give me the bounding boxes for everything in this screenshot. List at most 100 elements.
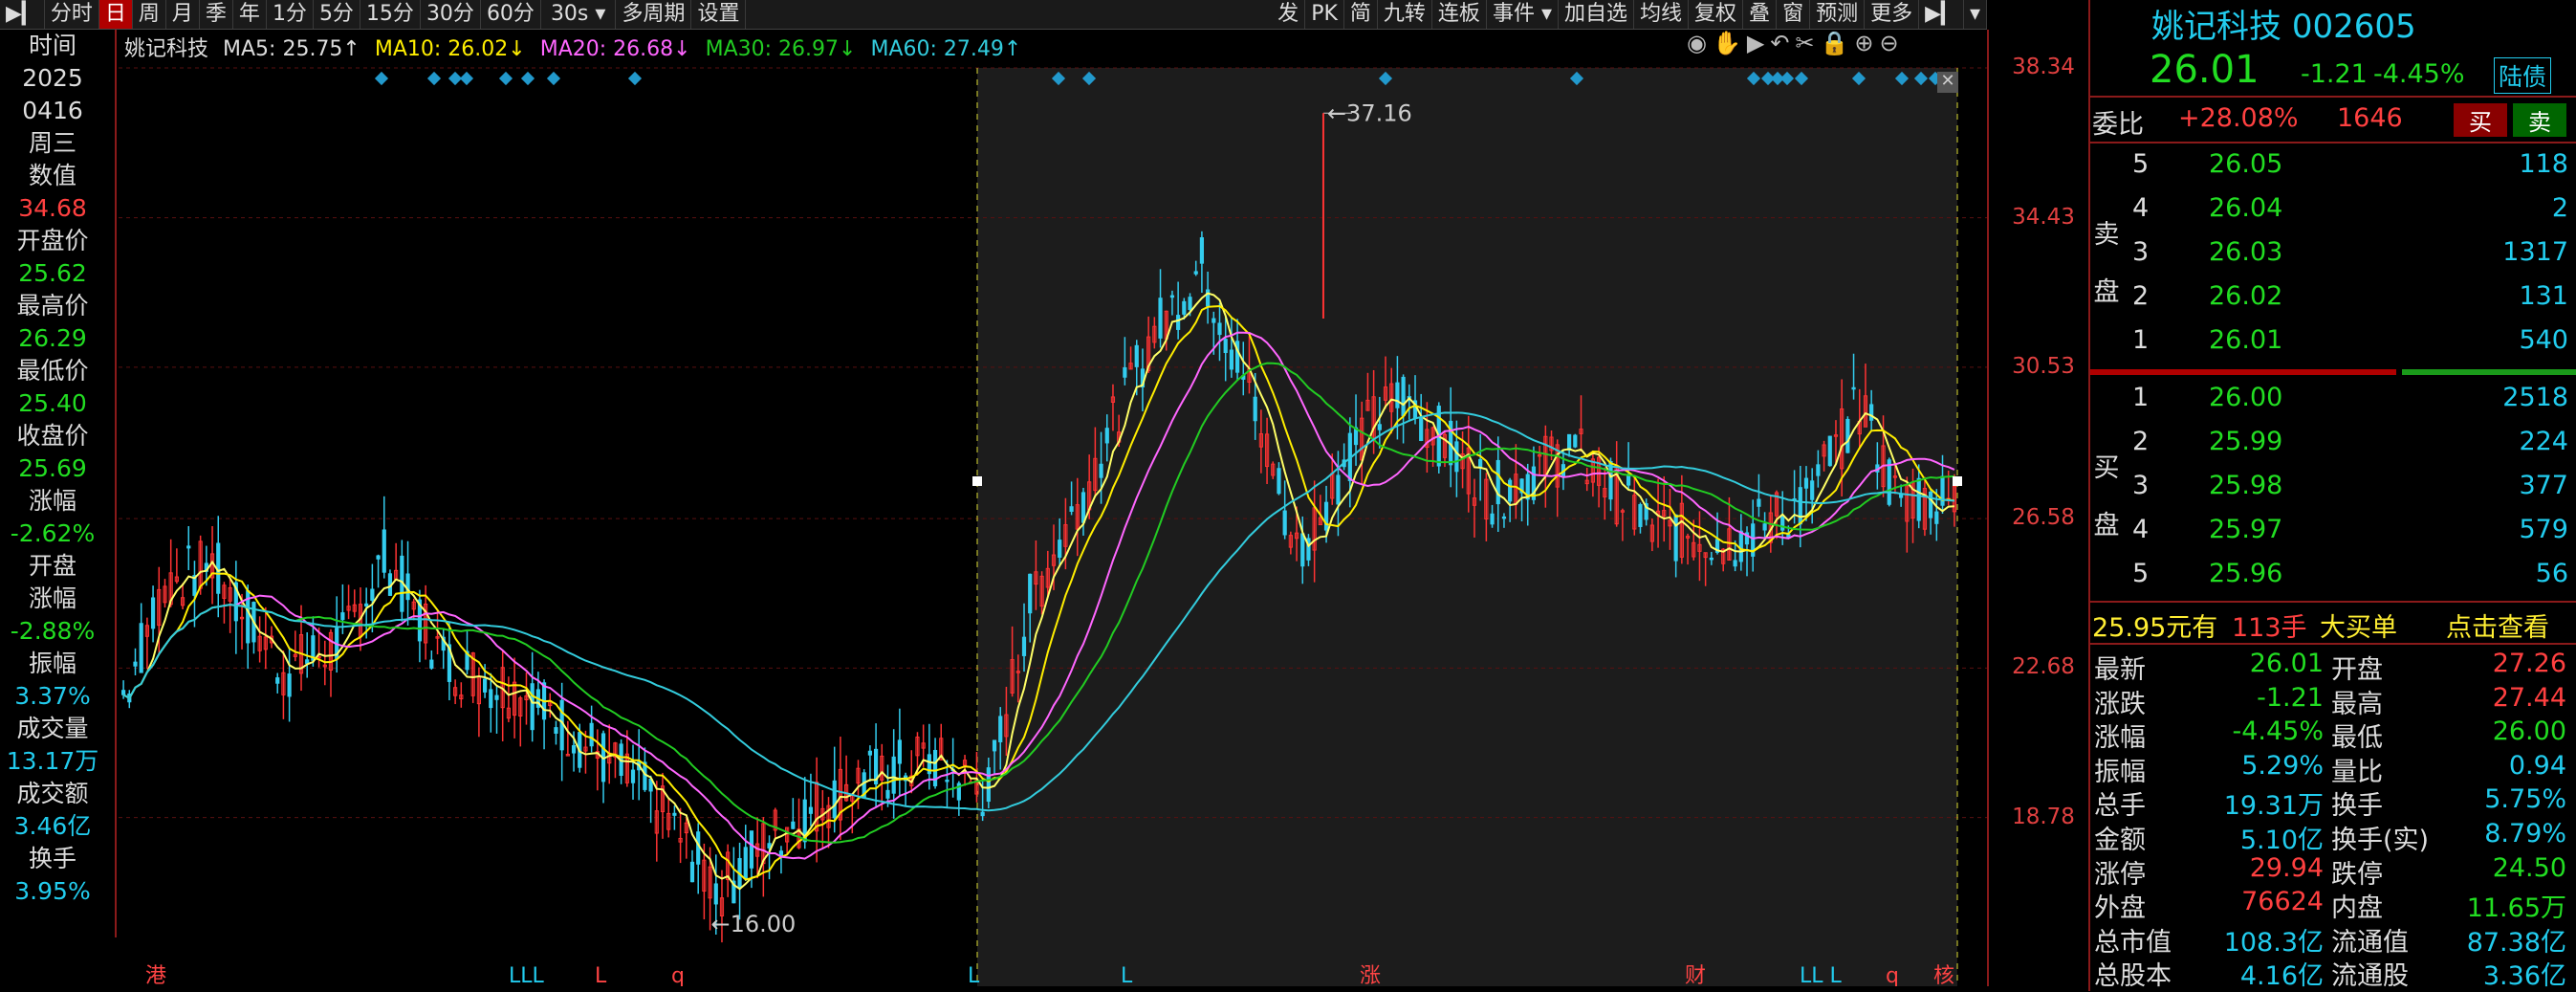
bond-tag[interactable]: 陆债 xyxy=(2494,57,2552,94)
chevron-down-icon: ▾ xyxy=(1540,2,1552,26)
collapse-icon[interactable]: ▶▎ xyxy=(1919,0,1964,29)
bottom-event-marker[interactable]: 涨 xyxy=(1360,964,1381,988)
tab-intraday[interactable]: 分时 xyxy=(45,0,99,29)
candle-body xyxy=(1810,480,1815,500)
event-diamond-icon[interactable] xyxy=(627,71,643,86)
btn-add-watchlist[interactable]: 加自选 xyxy=(1559,0,1635,29)
selection-handle[interactable] xyxy=(1953,476,1962,486)
tab-monthly[interactable]: 月 xyxy=(166,0,200,29)
bigorder-link[interactable]: 点击查看 xyxy=(2446,606,2549,644)
bid-vol: 224 xyxy=(2519,427,2568,456)
high-label: 最高价 xyxy=(16,292,89,320)
close-label: 收盘价 xyxy=(16,422,89,450)
btn-jiuzhuan[interactable]: 九转 xyxy=(1378,0,1432,29)
bottom-event-marker[interactable]: q xyxy=(671,964,685,988)
buy-button[interactable]: 买 xyxy=(2454,103,2507,137)
openchg-label-2: 涨幅 xyxy=(28,584,76,612)
kline-chart[interactable]: ←37.16 ←16.00 港 LLL Lq L L 涨财 LL Lq核 姚记科技 MA5: 2… xyxy=(119,30,1987,988)
tab-weekly[interactable]: 周 xyxy=(133,0,166,29)
btn-more[interactable]: 更多 xyxy=(1865,0,1920,29)
btn-window[interactable]: 窗 xyxy=(1777,0,1811,29)
bottom-event-marker[interactable]: L xyxy=(1121,964,1133,988)
event-diamond-icon[interactable] xyxy=(459,71,474,86)
bottom-event-marker[interactable]: L xyxy=(595,964,607,988)
lock-icon[interactable]: 🔒 xyxy=(1821,30,1855,56)
btn-ma[interactable]: 均线 xyxy=(1634,0,1690,29)
candle-body xyxy=(287,673,292,697)
tab-quarterly[interactable]: 季 xyxy=(200,0,233,29)
stat-label: 外盘 xyxy=(2094,893,2146,924)
bottom-event-marker[interactable]: 核 xyxy=(1933,964,1954,988)
panel-toggle-icon[interactable]: ▶▎ xyxy=(0,0,45,29)
eye-icon[interactable]: ◉ xyxy=(1687,30,1713,56)
ask-price: 26.03 xyxy=(2209,237,2283,267)
candle-body xyxy=(1673,514,1678,562)
btn-predict[interactable]: 预测 xyxy=(1810,0,1866,29)
undo-icon[interactable]: ↶ xyxy=(1770,30,1795,56)
ask-level: 1 xyxy=(2132,325,2150,355)
btn-overlay[interactable]: 叠 xyxy=(1743,0,1778,29)
btn-pk[interactable]: PK xyxy=(1305,0,1344,29)
kline-svg[interactable]: ←37.16←16.00港 LLL Lq L L 涨财 LL Lq核 xyxy=(119,30,1987,988)
zoom-in-icon[interactable]: ⊕ xyxy=(1854,30,1879,56)
ask-level: 2 xyxy=(2132,281,2150,311)
selection-handle[interactable] xyxy=(972,476,982,486)
tab-1min[interactable]: 1分 xyxy=(267,0,314,29)
candle-body xyxy=(1069,506,1074,513)
btn-lianban[interactable]: 连板 xyxy=(1432,0,1487,29)
candle-body xyxy=(1798,487,1802,525)
btn-fa[interactable]: 发 xyxy=(1272,0,1306,29)
event-diamond-icon[interactable] xyxy=(426,71,442,86)
candle-body xyxy=(1495,459,1500,505)
bottom-event-marker[interactable]: 财 xyxy=(1685,964,1706,988)
sell-button[interactable]: 卖 xyxy=(2513,103,2566,137)
candle-body xyxy=(1934,511,1939,524)
stat-value: 5.29% xyxy=(2241,750,2324,781)
stat-label: 涨幅 xyxy=(2094,723,2146,754)
event-diamond-icon[interactable] xyxy=(498,71,513,86)
tab-15min[interactable]: 15分 xyxy=(360,0,421,29)
scissors-icon[interactable]: ✂ xyxy=(1795,30,1820,56)
candle-body xyxy=(1104,428,1109,444)
candle-body xyxy=(1573,434,1578,448)
event-diamond-icon[interactable] xyxy=(520,71,535,86)
tab-5min[interactable]: 5分 xyxy=(314,0,360,29)
y-tick-label: 22.68 xyxy=(2012,654,2075,680)
btn-events[interactable]: 事件 ▾ xyxy=(1487,0,1559,29)
stat-value: 0.94 xyxy=(2508,750,2566,781)
candle-body xyxy=(891,756,896,794)
bottom-event-marker[interactable]: 港 xyxy=(145,964,166,988)
stat-value: 8.79% xyxy=(2484,819,2566,849)
low-value: 25.40 xyxy=(18,389,87,417)
play-icon[interactable]: ▶ xyxy=(1747,30,1770,56)
legend-stock-name: 姚记科技 xyxy=(124,37,209,61)
bottom-event-marker[interactable]: LL L xyxy=(1800,964,1843,988)
bottom-event-marker[interactable]: L xyxy=(968,964,980,988)
ask-price: 26.01 xyxy=(2209,325,2283,355)
tab-yearly[interactable]: 年 xyxy=(233,0,267,29)
btn-adjust[interactable]: 复权 xyxy=(1689,0,1744,29)
btn-simple[interactable]: 简 xyxy=(1344,0,1378,29)
tab-30min[interactable]: 30分 xyxy=(421,0,481,29)
zoom-out-icon[interactable]: ⊖ xyxy=(1880,30,1905,56)
settings-button[interactable]: 设置 xyxy=(691,0,747,29)
multi-period-button[interactable]: 多周期 xyxy=(616,0,692,29)
candle-body xyxy=(1478,458,1483,468)
candle-body xyxy=(749,830,754,869)
hand-icon[interactable]: ✋ xyxy=(1713,30,1747,56)
stat-value: 5.75% xyxy=(2484,784,2566,815)
candle-body xyxy=(1229,349,1233,370)
candle-body xyxy=(791,821,796,829)
legend-ma30: MA30: 26.97↓ xyxy=(705,37,857,61)
tab-daily[interactable]: 日 xyxy=(98,0,133,29)
candle-body xyxy=(1193,271,1198,275)
stat-label: 换手 xyxy=(2331,791,2383,822)
tab-30s-dropdown[interactable]: 30s ▾ xyxy=(541,0,617,29)
bottom-event-marker[interactable]: q xyxy=(1886,964,1899,988)
event-diamond-icon[interactable] xyxy=(546,71,561,86)
bottom-event-marker[interactable]: LLL xyxy=(509,964,545,988)
close-icon[interactable]: ✕ xyxy=(1937,72,1958,93)
tab-60min[interactable]: 60分 xyxy=(481,0,541,29)
event-diamond-icon[interactable] xyxy=(374,71,389,86)
chevron-down-icon[interactable]: ▾ xyxy=(1964,0,1987,29)
